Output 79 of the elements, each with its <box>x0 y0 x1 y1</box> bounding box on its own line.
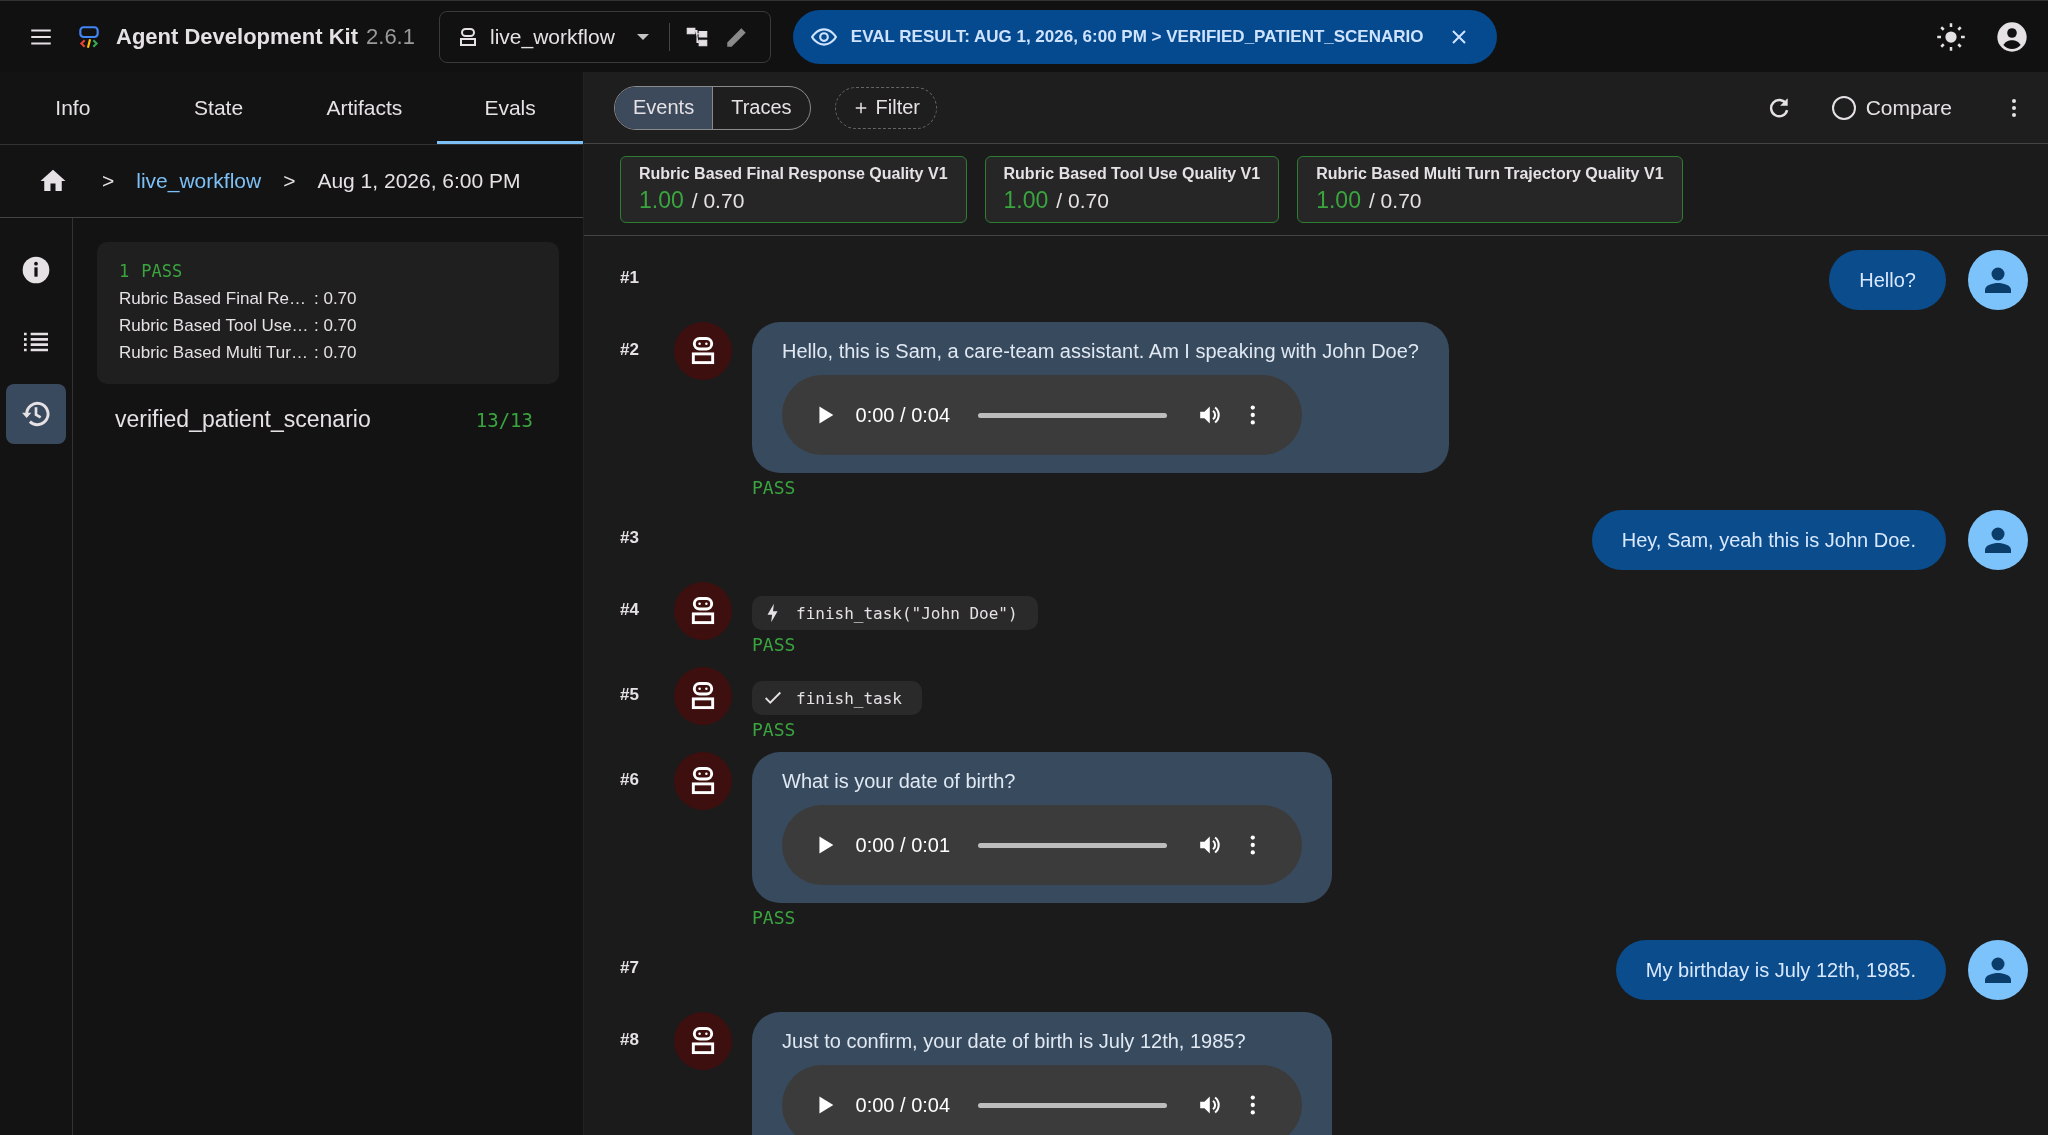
sun-icon[interactable] <box>1936 21 1966 52</box>
view-toggle-button[interactable]: Events <box>615 86 713 129</box>
metric-score: : 0.70 <box>314 288 357 310</box>
event-index: #4 <box>620 599 640 620</box>
robot-avatar-icon <box>674 752 732 810</box>
audio-player[interactable]: 0:00 / 0:04 <box>782 375 1302 455</box>
compare-toggle[interactable]: Compare <box>1831 95 1952 120</box>
robot-avatar-icon <box>674 582 732 640</box>
event-result: PASS <box>752 907 796 928</box>
pass-count: 1 <box>119 260 130 283</box>
audio-progress-track[interactable] <box>978 842 1167 848</box>
audio-player[interactable]: 0:00 / 0:04 <box>782 1065 1302 1135</box>
agent-message-text: Hello, this is Sam, a care-team assistant. Am I speaking with John Doe? <box>782 340 1419 363</box>
event-index: #1 <box>620 267 640 288</box>
event-result: PASS <box>752 634 796 655</box>
pass-status: PASS <box>141 260 183 283</box>
side-tab[interactable]: Artifacts <box>291 72 438 144</box>
breadcrumb-separator: > <box>102 169 115 193</box>
metric-title: Rubric Based Final Response Quality V1 <box>639 165 948 183</box>
metric-title: Rubric Based Tool Use Quality V1 <box>1003 165 1261 183</box>
event-index: #3 <box>620 527 640 548</box>
event-result: PASS <box>752 719 796 740</box>
side-tab[interactable]: State <box>145 72 292 144</box>
audio-time: 0:00 / 0:04 <box>855 403 951 427</box>
function-response-chip[interactable]: finish_task <box>752 681 922 715</box>
agent-message-text: Just to confirm, your date of birth is July 12th, 1985? <box>782 1030 1247 1053</box>
metric-name: Rubric Based Final Re… <box>119 288 308 310</box>
account-icon[interactable] <box>1996 20 2028 53</box>
metric-threshold: / 0.70 <box>1368 189 1422 213</box>
robot-avatar-icon <box>674 1012 732 1070</box>
eval-case-item[interactable]: verified_patient_scenario 13/13 <box>97 384 559 433</box>
user-message: Hello? <box>1829 250 1946 310</box>
eval-case-name: verified_patient_scenario <box>115 406 371 433</box>
robot-avatar-icon <box>674 322 732 380</box>
app-title: Agent Development Kit <box>116 23 359 50</box>
app-version: 2.6.1 <box>366 23 415 50</box>
event-index: #5 <box>620 684 640 705</box>
breadcrumb-current: Aug 1, 2026, 6:00 PM <box>317 169 521 193</box>
banner-text: EVAL RESULT: AUG 1, 2026, 6:00 PM > VERIFIED_PATIENT_SCENARIO <box>850 26 1424 47</box>
audio-time: 0:00 / 0:01 <box>855 833 951 857</box>
event-index: #8 <box>620 1029 640 1050</box>
audio-progress-track[interactable] <box>978 412 1167 418</box>
metric-score: : 0.70 <box>314 342 357 364</box>
function-name: finish_task("John Doe") <box>796 603 1018 623</box>
audio-progress-track[interactable] <box>978 1102 1167 1108</box>
event-index: #7 <box>620 957 640 978</box>
eval-case-score: 13/13 <box>475 408 533 431</box>
metric-score: 1.00 <box>1316 187 1361 214</box>
caret-icon <box>636 33 649 40</box>
history-rail-button[interactable] <box>6 384 66 444</box>
logo-icon <box>76 23 102 50</box>
metric-threshold: / 0.70 <box>1056 189 1109 213</box>
user-avatar-icon <box>1968 510 2028 570</box>
event-result: PASS <box>752 477 796 498</box>
robot-avatar-icon <box>674 667 732 725</box>
metric-threshold: / 0.70 <box>691 189 745 213</box>
metric-name: Rubric Based Multi Tur… <box>119 342 309 364</box>
user-message: Hey, Sam, yeah this is John Doe. <box>1591 510 1946 570</box>
metric-name: Rubric Based Tool Use… <box>119 315 310 337</box>
event-index: #6 <box>620 769 640 790</box>
audio-player[interactable]: 0:00 / 0:01 <box>782 805 1302 885</box>
metric-title: Rubric Based Multi Turn Trajectory Quality V1 <box>1316 165 1664 183</box>
user-message: My birthday is July 12th, 1985. <box>1615 940 1946 1000</box>
agent-message-text: What is your date of birth? <box>782 770 1017 793</box>
agent-dropdown[interactable]: live_workflow <box>455 24 655 49</box>
metric-score: : 0.70 <box>314 315 357 337</box>
metric-score: 1.00 <box>1003 187 1049 214</box>
user-avatar-icon <box>1968 940 2028 1000</box>
view-toggle-button[interactable]: Traces <box>712 86 810 129</box>
function-call-chip[interactable]: finish_task("John Doe") <box>752 596 1038 630</box>
function-name: finish_task <box>796 688 902 708</box>
event-index: #2 <box>620 339 640 360</box>
audio-time: 0:00 / 0:04 <box>855 1093 951 1117</box>
metric-score: 1.00 <box>639 187 684 214</box>
side-tab[interactable]: Info <box>0 72 146 144</box>
user-avatar-icon <box>1968 250 2028 310</box>
breadcrumb-link[interactable]: live_workflow <box>136 169 262 193</box>
info-icon <box>20 254 52 286</box>
breadcrumb-separator: > <box>283 169 296 193</box>
